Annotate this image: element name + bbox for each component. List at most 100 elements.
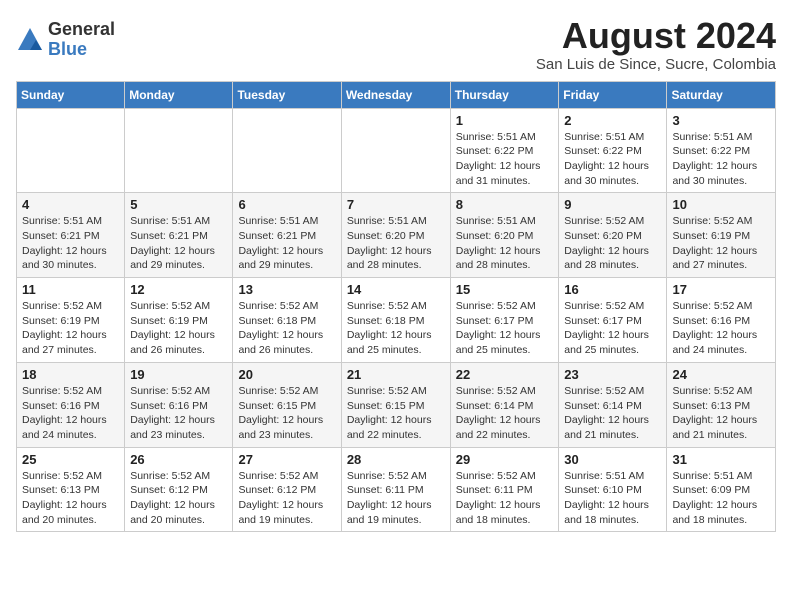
day-number: 10	[672, 197, 770, 212]
calendar-week-row: 4Sunrise: 5:51 AM Sunset: 6:21 PM Daylig…	[17, 193, 776, 278]
calendar-cell: 12 Sunrise: 5:52 AM Sunset: 6:19 PM Dayli…	[125, 278, 233, 363]
day-number: 15	[456, 282, 554, 297]
day-number: 1	[456, 113, 554, 128]
day-info: Sunrise: 5:52 AM Sunset: 6:12 PM Dayligh…	[238, 469, 335, 528]
day-number: 2	[564, 113, 661, 128]
day-info: Sunrise: 5:52 AM Sunset: 6:13 PM Dayligh…	[672, 384, 770, 443]
day-number: 20	[238, 367, 335, 382]
day-info: Sunrise: 5:52 AM Sunset: 6:19 PM Dayligh…	[130, 299, 227, 358]
column-header-tuesday: Tuesday	[233, 81, 341, 108]
calendar-cell: 14Sunrise: 5:52 AM Sunset: 6:18 PM Dayli…	[341, 278, 450, 363]
calendar-cell: 20 Sunrise: 5:52 AM Sunset: 6:15 PM Dayli…	[233, 362, 341, 447]
calendar-cell: 19 Sunrise: 5:52 AM Sunset: 6:16 PM Dayli…	[125, 362, 233, 447]
day-info: Sunrise: 5:52 AM Sunset: 6:20 PM Dayligh…	[564, 214, 661, 273]
day-info: Sunrise: 5:52 AM Sunset: 6:17 PM Dayligh…	[456, 299, 554, 358]
calendar-week-row: 25 Sunrise: 5:52 AM Sunset: 6:13 PM Dayli…	[17, 447, 776, 532]
page-header: General Blue August 2024 San Luis de Sin…	[16, 16, 776, 73]
day-number: 26	[130, 452, 227, 467]
day-number: 3	[672, 113, 770, 128]
column-header-wednesday: Wednesday	[341, 81, 450, 108]
day-number: 23	[564, 367, 661, 382]
day-info: Sunrise: 5:51 AM Sunset: 6:21 PM Dayligh…	[238, 214, 335, 273]
day-number: 14	[347, 282, 445, 297]
day-number: 24	[672, 367, 770, 382]
calendar-cell: 16 Sunrise: 5:52 AM Sunset: 6:17 PM Dayli…	[559, 278, 667, 363]
logo: General Blue	[16, 20, 115, 60]
calendar-cell	[233, 108, 341, 193]
column-header-friday: Friday	[559, 81, 667, 108]
calendar-week-row: 11Sunrise: 5:52 AM Sunset: 6:19 PM Dayli…	[17, 278, 776, 363]
day-number: 22	[456, 367, 554, 382]
calendar-table: SundayMondayTuesdayWednesdayThursdayFrid…	[16, 81, 776, 533]
calendar-cell: 31Sunrise: 5:51 AM Sunset: 6:09 PM Dayli…	[667, 447, 776, 532]
day-info: Sunrise: 5:52 AM Sunset: 6:17 PM Dayligh…	[564, 299, 661, 358]
day-info: Sunrise: 5:52 AM Sunset: 6:12 PM Dayligh…	[130, 469, 227, 528]
logo-text: General Blue	[48, 20, 115, 60]
day-number: 17	[672, 282, 770, 297]
location-subtitle: San Luis de Since, Sucre, Colombia	[536, 56, 776, 73]
day-info: Sunrise: 5:52 AM Sunset: 6:16 PM Dayligh…	[672, 299, 770, 358]
calendar-week-row: 18 Sunrise: 5:52 AM Sunset: 6:16 PM Dayli…	[17, 362, 776, 447]
calendar-cell: 24 Sunrise: 5:52 AM Sunset: 6:13 PM Dayli…	[667, 362, 776, 447]
day-info: Sunrise: 5:51 AM Sunset: 6:22 PM Dayligh…	[672, 130, 770, 189]
day-info: Sunrise: 5:52 AM Sunset: 6:11 PM Dayligh…	[456, 469, 554, 528]
day-number: 13	[238, 282, 335, 297]
day-info: Sunrise: 5:52 AM Sunset: 6:14 PM Dayligh…	[456, 384, 554, 443]
day-number: 16	[564, 282, 661, 297]
day-number: 7	[347, 197, 445, 212]
day-number: 25	[22, 452, 119, 467]
calendar-cell: 21Sunrise: 5:52 AM Sunset: 6:15 PM Dayli…	[341, 362, 450, 447]
logo-icon	[16, 26, 44, 54]
calendar-cell: 1Sunrise: 5:51 AM Sunset: 6:22 PM Daylig…	[450, 108, 559, 193]
logo-general: General	[48, 20, 115, 40]
day-info: Sunrise: 5:51 AM Sunset: 6:10 PM Dayligh…	[564, 469, 661, 528]
calendar-cell: 17 Sunrise: 5:52 AM Sunset: 6:16 PM Dayli…	[667, 278, 776, 363]
day-number: 18	[22, 367, 119, 382]
calendar-week-row: 1 Sunrise: 5:51 AM Sunset: 6:22 PM Daylig…	[17, 108, 776, 193]
day-info: Sunrise: 5:52 AM Sunset: 6:19 PM Dayligh…	[22, 299, 119, 358]
day-info: Sunrise: 5:51 AM Sunset: 6:20 PM Dayligh…	[347, 214, 445, 273]
calendar-cell	[341, 108, 450, 193]
day-info: Sunrise: 5:52 AM Sunset: 6:13 PM Dayligh…	[22, 469, 119, 528]
calendar-cell: 23 Sunrise: 5:52 AM Sunset: 6:14 PM Dayli…	[559, 362, 667, 447]
logo-blue: Blue	[48, 40, 115, 60]
calendar-cell: 11Sunrise: 5:52 AM Sunset: 6:19 PM Dayli…	[17, 278, 125, 363]
day-info: Sunrise: 5:52 AM Sunset: 6:16 PM Dayligh…	[130, 384, 227, 443]
day-number: 27	[238, 452, 335, 467]
calendar-cell: 4Sunrise: 5:51 AM Sunset: 6:21 PM Daylig…	[17, 193, 125, 278]
month-year-title: August 2024	[536, 16, 776, 56]
calendar-cell: 13 Sunrise: 5:52 AM Sunset: 6:18 PM Dayli…	[233, 278, 341, 363]
calendar-cell: 27 Sunrise: 5:52 AM Sunset: 6:12 PM Dayli…	[233, 447, 341, 532]
calendar-cell: 2 Sunrise: 5:51 AM Sunset: 6:22 PM Daylig…	[559, 108, 667, 193]
day-info: Sunrise: 5:52 AM Sunset: 6:16 PM Dayligh…	[22, 384, 119, 443]
day-info: Sunrise: 5:52 AM Sunset: 6:15 PM Dayligh…	[238, 384, 335, 443]
day-info: Sunrise: 5:52 AM Sunset: 6:18 PM Dayligh…	[238, 299, 335, 358]
day-number: 9	[564, 197, 661, 212]
calendar-cell: 6 Sunrise: 5:51 AM Sunset: 6:21 PM Daylig…	[233, 193, 341, 278]
calendar-cell: 3 Sunrise: 5:51 AM Sunset: 6:22 PM Daylig…	[667, 108, 776, 193]
calendar-cell: 22 Sunrise: 5:52 AM Sunset: 6:14 PM Dayli…	[450, 362, 559, 447]
day-info: Sunrise: 5:51 AM Sunset: 6:22 PM Dayligh…	[564, 130, 661, 189]
calendar-header-row: SundayMondayTuesdayWednesdayThursdayFrid…	[17, 81, 776, 108]
day-number: 31	[672, 452, 770, 467]
calendar-cell: 25 Sunrise: 5:52 AM Sunset: 6:13 PM Dayli…	[17, 447, 125, 532]
calendar-cell: 9 Sunrise: 5:52 AM Sunset: 6:20 PM Daylig…	[559, 193, 667, 278]
day-info: Sunrise: 5:52 AM Sunset: 6:19 PM Dayligh…	[672, 214, 770, 273]
calendar-cell	[125, 108, 233, 193]
calendar-cell: 26 Sunrise: 5:52 AM Sunset: 6:12 PM Dayli…	[125, 447, 233, 532]
day-number: 19	[130, 367, 227, 382]
day-info: Sunrise: 5:51 AM Sunset: 6:21 PM Dayligh…	[130, 214, 227, 273]
day-number: 21	[347, 367, 445, 382]
day-number: 28	[347, 452, 445, 467]
day-info: Sunrise: 5:52 AM Sunset: 6:14 PM Dayligh…	[564, 384, 661, 443]
day-info: Sunrise: 5:52 AM Sunset: 6:11 PM Dayligh…	[347, 469, 445, 528]
day-number: 6	[238, 197, 335, 212]
calendar-cell: 28 Sunrise: 5:52 AM Sunset: 6:11 PM Dayli…	[341, 447, 450, 532]
day-number: 12	[130, 282, 227, 297]
column-header-saturday: Saturday	[667, 81, 776, 108]
calendar-cell: 8Sunrise: 5:51 AM Sunset: 6:20 PM Daylig…	[450, 193, 559, 278]
calendar-cell: 18 Sunrise: 5:52 AM Sunset: 6:16 PM Dayli…	[17, 362, 125, 447]
title-section: August 2024 San Luis de Since, Sucre, Co…	[536, 16, 776, 73]
calendar-cell: 30Sunrise: 5:51 AM Sunset: 6:10 PM Dayli…	[559, 447, 667, 532]
column-header-monday: Monday	[125, 81, 233, 108]
